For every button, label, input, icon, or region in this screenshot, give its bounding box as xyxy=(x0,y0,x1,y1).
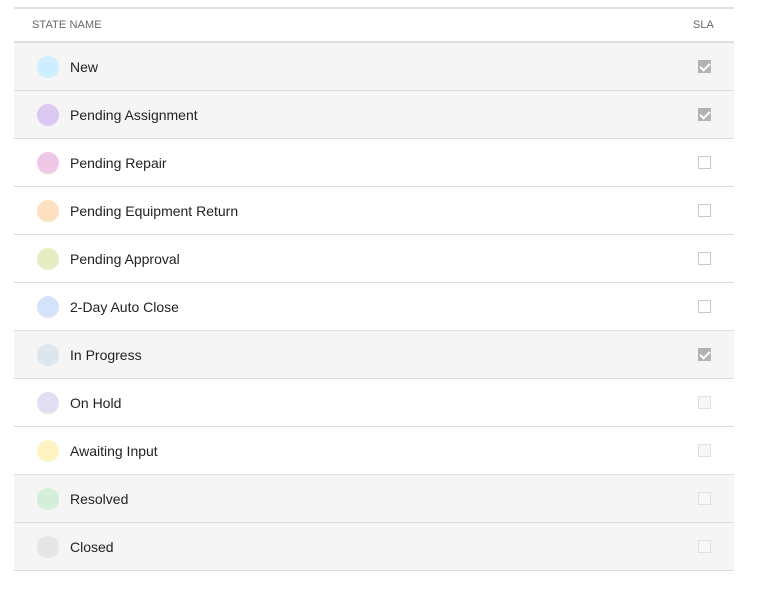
sla-checkbox xyxy=(698,396,711,409)
state-name-label: 2-Day Auto Close xyxy=(70,298,179,315)
table-row[interactable]: 2-Day Auto Close xyxy=(14,283,734,331)
state-color-dot xyxy=(37,199,59,222)
states-table: STATE NAME SLA New Pending Assignment Pend… xyxy=(14,7,734,571)
state-name-label: New xyxy=(70,58,99,75)
sla-checkbox[interactable] xyxy=(698,348,711,361)
state-color-dot xyxy=(37,487,59,510)
state-name-label: Pending Approval xyxy=(70,250,180,267)
state-color-dot xyxy=(37,535,59,558)
state-color-dot xyxy=(37,247,59,270)
sla-checkbox[interactable] xyxy=(698,204,711,217)
state-name-label: Closed xyxy=(70,538,114,555)
state-name-label: Pending Equipment Return xyxy=(70,202,239,219)
table-row[interactable]: New xyxy=(14,43,734,91)
state-color-dot xyxy=(37,55,59,78)
state-color-dot xyxy=(37,295,59,318)
table-row[interactable]: Pending Approval xyxy=(14,235,734,283)
state-name-label: Pending Repair xyxy=(70,154,167,171)
table-row[interactable]: Awaiting Input xyxy=(14,427,734,475)
table-row[interactable]: Closed xyxy=(14,523,734,571)
table-row[interactable]: Resolved xyxy=(14,475,734,523)
sla-checkbox[interactable] xyxy=(698,300,711,313)
state-color-dot xyxy=(37,151,59,174)
state-name-label: Resolved xyxy=(70,490,129,507)
table-row[interactable]: Pending Equipment Return xyxy=(14,187,734,235)
table-body: New Pending Assignment Pending Repair Pendi… xyxy=(14,43,734,571)
state-color-dot xyxy=(37,103,59,126)
sla-checkbox xyxy=(698,492,711,505)
sla-column-header[interactable]: SLA xyxy=(693,19,714,31)
state-name-label: Awaiting Input xyxy=(70,442,158,459)
state-name-label: In Progress xyxy=(70,346,142,363)
table-row[interactable]: Pending Assignment xyxy=(14,91,734,139)
state-color-dot xyxy=(37,439,59,462)
table-row[interactable]: On Hold xyxy=(14,379,734,427)
sla-checkbox[interactable] xyxy=(698,156,711,169)
sla-checkbox[interactable] xyxy=(698,60,711,73)
sla-checkbox xyxy=(698,444,711,457)
table-row[interactable]: Pending Repair xyxy=(14,139,734,187)
state-name-label: Pending Assignment xyxy=(70,106,198,123)
table-header: STATE NAME SLA xyxy=(14,9,734,43)
state-color-dot xyxy=(37,391,59,414)
state-color-dot xyxy=(37,343,59,366)
sla-checkbox xyxy=(698,540,711,553)
table-row[interactable]: In Progress xyxy=(14,331,734,379)
sla-checkbox[interactable] xyxy=(698,252,711,265)
state-name-column-header[interactable]: STATE NAME xyxy=(32,19,102,31)
sla-checkbox[interactable] xyxy=(698,108,711,121)
state-name-label: On Hold xyxy=(70,394,122,411)
